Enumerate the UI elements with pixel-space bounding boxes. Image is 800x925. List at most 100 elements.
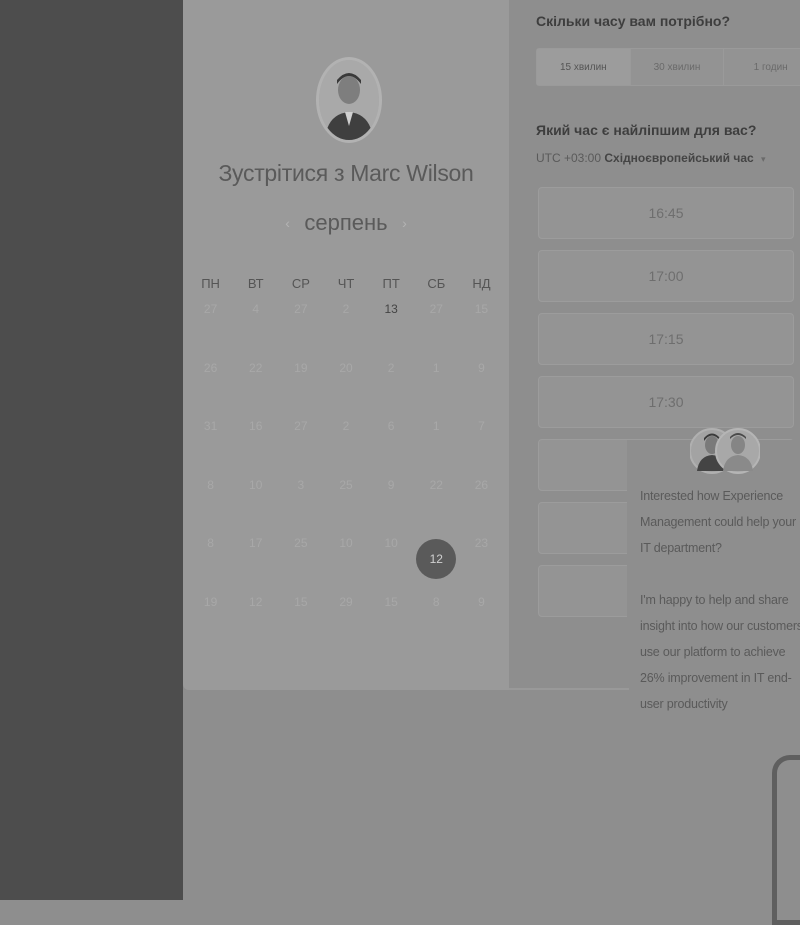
calendar-day: 2 xyxy=(323,296,368,355)
duration-question: Скільки часу вам потрібно? xyxy=(536,13,731,29)
calendar-day: 15 xyxy=(369,589,414,648)
time-slot-button[interactable]: 16:45 xyxy=(538,187,794,239)
calendar-day-number: 22 xyxy=(429,477,443,492)
calendar-day-number: 12 xyxy=(249,594,263,609)
calendar-day-number: 9 xyxy=(478,594,485,609)
calendar-day-number: 8 xyxy=(207,536,214,550)
weekday-label: СР xyxy=(291,276,310,291)
calendar-day: 2 xyxy=(323,413,368,472)
calendar-day: 26 xyxy=(188,355,233,414)
time-slot-button[interactable]: 17:30 xyxy=(538,376,794,428)
calendar-day-number: 15 xyxy=(294,594,308,609)
calendar-day-number: 2 xyxy=(342,419,350,433)
weekday-label: НД xyxy=(472,276,491,291)
calendar-day: 15 xyxy=(459,296,504,355)
calendar-day: 12 xyxy=(233,589,278,648)
calendar-day-number: 31 xyxy=(203,419,218,433)
calendar-day-number: 26 xyxy=(203,360,218,375)
calendar-day: 22 xyxy=(233,355,278,414)
calendar-day: 9 xyxy=(459,355,504,414)
calendar-day-number: 6 xyxy=(387,419,395,433)
calendar-day-number: 10 xyxy=(339,536,353,550)
calendar-day: 29 xyxy=(323,589,368,648)
next-month-icon[interactable]: › xyxy=(392,215,417,231)
calendar-day-number: 8 xyxy=(432,594,440,609)
calendar-day: 9 xyxy=(369,472,414,531)
calendar-day[interactable]: 13 xyxy=(369,296,414,355)
calendar-day-number: 8 xyxy=(207,477,214,492)
weekday-header: ПН ВТ СР ЧТ ПТ СБ НД xyxy=(188,276,504,291)
calendar-day: 16 xyxy=(233,413,278,472)
duration-option[interactable]: 30 хвилин xyxy=(629,49,724,85)
calendar-day-selected[interactable]: 12 xyxy=(414,530,459,589)
left-sidebar-strip xyxy=(0,0,183,900)
calendar-day-number: 16 xyxy=(249,419,263,433)
calendar-day-number: 23 xyxy=(474,536,489,550)
calendar-day: 27 xyxy=(278,413,323,472)
calendar-day-number: 9 xyxy=(478,360,485,375)
panel-bottom-edge xyxy=(509,688,629,690)
calendar-day-number: 4 xyxy=(252,302,260,316)
host-avatar xyxy=(316,57,382,143)
calendar-day-number: 9 xyxy=(387,477,395,492)
calendar-day-number: 26 xyxy=(474,477,489,492)
calendar-day: 10 xyxy=(233,472,278,531)
time-slot-button[interactable]: 17:15 xyxy=(538,313,794,365)
meeting-title: Зустрітися з Marc Wilson xyxy=(218,160,474,186)
calendar-day-number: 27 xyxy=(203,302,218,316)
calendar-day-number: 17 xyxy=(249,536,263,550)
duration-selector: 15 хвилин 30 хвилин 1 годин xyxy=(536,48,800,86)
calendar-day: 27 xyxy=(414,296,459,355)
previous-month-icon[interactable]: ‹ xyxy=(275,215,300,231)
timezone-offset: UTC +03:00 xyxy=(536,151,602,165)
duration-option[interactable]: 15 хвилин xyxy=(537,49,630,85)
calendar-day-number: 19 xyxy=(203,594,218,609)
calendar-grid: 27 4 27 2 13 27 15 26 22 19 20 2 1 9 31 16 27 2 6 1 7 8 10 3 25 9… xyxy=(188,296,504,647)
timezone-selector[interactable]: UTC +03:00 Східноєвропейський час ▾ xyxy=(536,151,766,165)
calendar-day: 23 xyxy=(459,530,504,589)
calendar-day-number: 10 xyxy=(249,477,263,492)
calendar-day: 10 xyxy=(369,530,414,589)
calendar-day: 1 xyxy=(414,413,459,472)
calendar-day: 22 xyxy=(414,472,459,531)
calendar-day-number: 20 xyxy=(339,360,353,375)
duration-option[interactable]: 1 годин xyxy=(723,49,800,85)
calendar-day-number: 22 xyxy=(249,360,263,375)
chat-paragraph-2: I'm happy to help and share insight into… xyxy=(640,593,800,711)
calendar-day-number: 13 xyxy=(384,302,398,316)
calendar-day: 10 xyxy=(323,530,368,589)
calendar-day-number: 25 xyxy=(294,536,308,550)
calendar-day: 8 xyxy=(188,472,233,531)
calendar-day: 2 xyxy=(369,355,414,414)
time-slot-button[interactable]: 17:00 xyxy=(538,250,794,302)
calendar-day-number: 10 xyxy=(384,536,398,550)
weekday-label: ПТ xyxy=(382,276,400,291)
chevron-down-icon: ▾ xyxy=(761,154,766,164)
month-label: серпень xyxy=(304,210,388,235)
chat-message: Interested how Experience Management cou… xyxy=(640,483,800,717)
calendar-day-number: 29 xyxy=(339,594,353,609)
weekday-label: ЧТ xyxy=(337,276,355,291)
calendar-day: 31 xyxy=(188,413,233,472)
calendar-day-number: 3 xyxy=(297,477,305,492)
weekday-label: СБ xyxy=(427,276,446,291)
calendar-day: 1 xyxy=(414,355,459,414)
calendar-day: 25 xyxy=(278,530,323,589)
calendar-day: 26 xyxy=(459,472,504,531)
calendar-day: 27 xyxy=(278,296,323,355)
calendar-day-number: 7 xyxy=(478,419,485,433)
weekday-label: ВТ xyxy=(247,276,264,291)
calendar-day: 19 xyxy=(278,355,323,414)
calendar-day: 6 xyxy=(369,413,414,472)
calendar-day-number: 19 xyxy=(294,360,308,375)
chat-paragraph-1: Interested how Experience Management cou… xyxy=(640,489,797,555)
calendar-day: 20 xyxy=(323,355,368,414)
calendar-day-number: 15 xyxy=(384,594,398,609)
calendar-day-number: 15 xyxy=(474,302,489,316)
calendar-day-number: 1 xyxy=(432,360,440,375)
calendar-day: 19 xyxy=(188,589,233,648)
chat-agents-avatars xyxy=(689,425,761,477)
calendar-day: 4 xyxy=(233,296,278,355)
timezone-name: Східноєвропейський час xyxy=(604,151,754,165)
calendar-day-number: 12 xyxy=(416,539,457,580)
